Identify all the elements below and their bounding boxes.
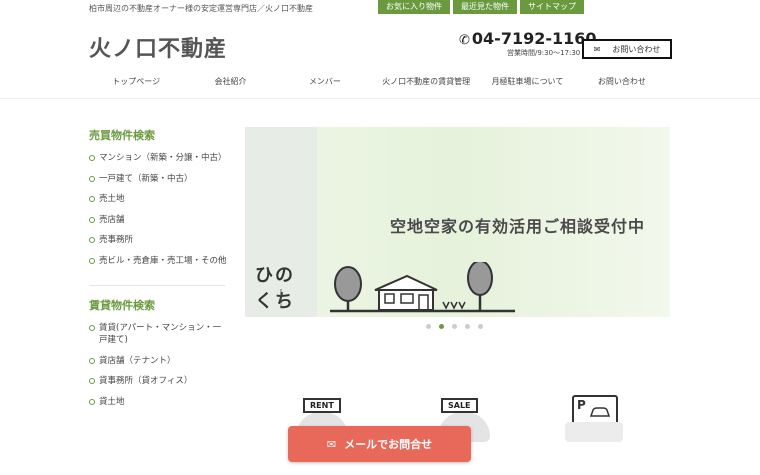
sale-item-other[interactable]: 売ビル・売倉庫・売工場・その他 [89, 255, 229, 267]
nav-item-members[interactable]: メンバー [278, 76, 372, 87]
parking-category-icon[interactable]: P [572, 395, 618, 425]
hero-banner[interactable]: 空地空家の有効活用ご相談受付中 ひの くち REAL ESTATE [245, 127, 670, 317]
sitemap-link[interactable]: サイトマップ [520, 0, 584, 14]
main-nav: トップページ 会社紹介 メンバー 火ノ口不動産の賃貸管理 月極駐車場について お… [89, 76, 669, 87]
phone-icon: ✆ [459, 33, 470, 48]
nav-item-top[interactable]: トップページ [89, 76, 183, 87]
nav-item-parking[interactable]: 月極駐車場について [480, 76, 574, 87]
rent-item-land[interactable]: 貸土地 [89, 396, 229, 408]
nav-item-rental-management[interactable]: 火ノ口不動産の賃貸管理 [372, 76, 480, 87]
sidebar-divider [89, 285, 225, 286]
mail-inquiry-label: メールでお問合せ [344, 438, 433, 451]
sale-item-shop[interactable]: 売店舗 [89, 214, 229, 226]
mail-inquiry-button[interactable]: ✉ メールでお問合せ [288, 426, 471, 462]
sale-item-house[interactable]: 一戸建て（新築・中古） [89, 173, 229, 185]
contact-button[interactable]: ✉ お問い合わせ [582, 39, 672, 59]
car-icon [589, 407, 611, 417]
carousel-dot[interactable] [478, 324, 483, 329]
sale-item-land[interactable]: 売土地 [89, 193, 229, 205]
rent-item-office[interactable]: 貸事務所（貸オフィス） [89, 375, 229, 387]
parking-badge: P [577, 398, 586, 412]
envelope-icon: ✉ [593, 44, 601, 54]
carousel-dot-active[interactable] [439, 324, 444, 329]
top-links: お気に入り物件 最近見た物件 サイトマップ [378, 0, 584, 14]
envelope-icon: ✉ [326, 437, 337, 451]
rent-item-shop[interactable]: 貸店舗（テナント） [89, 355, 229, 367]
rent-item-residential[interactable]: 賃貸(アパート・マンション・一戸建て) [89, 322, 229, 346]
business-hours: 営業時間/9:30～17:30 [507, 49, 581, 57]
sale-search-heading: 売買物件検索 [89, 129, 155, 142]
nav-item-company[interactable]: 会社紹介 [183, 76, 277, 87]
sale-item-mansion[interactable]: マンション（新築・分譲・中古） [89, 152, 229, 164]
carousel-dot[interactable] [452, 324, 457, 329]
banner-copy: 空地空家の有効活用ご相談受付中 [390, 217, 646, 236]
house-trees-illustration [330, 262, 515, 313]
rent-badge[interactable]: RENT [303, 398, 341, 413]
contact-button-label: お問い合わせ [612, 44, 661, 54]
phone-number[interactable]: ✆ 04-7192-1160 [459, 29, 597, 48]
carousel-dots [426, 324, 483, 329]
carousel-dot[interactable] [426, 324, 431, 329]
header-tagline: 柏市周辺の不動産オーナー様の安定運営専門店／火ノ口不動産 [89, 4, 313, 13]
nav-divider [0, 98, 760, 99]
nav-item-contact[interactable]: お問い合わせ [575, 76, 669, 87]
parking-category-image [565, 422, 623, 442]
rent-search-list: 賃貸(アパート・マンション・一戸建て) 貸店舗（テナント） 貸事務所（貸オフィス… [89, 322, 229, 416]
banner-brand-line1: ひの [255, 265, 295, 286]
sale-item-office[interactable]: 売事務所 [89, 234, 229, 246]
banner-brand-small: REAL ESTATE [279, 289, 283, 309]
banner-brand-line2: くち [255, 291, 295, 312]
site-logo[interactable]: 火ノ口不動産 [89, 31, 227, 63]
sale-badge[interactable]: SALE [441, 398, 478, 413]
favorites-link[interactable]: お気に入り物件 [378, 0, 450, 14]
rent-search-heading: 賃貸物件検索 [89, 299, 155, 312]
sale-search-list: マンション（新築・分譲・中古） 一戸建て（新築・中古） 売土地 売店舗 売事務所… [89, 152, 229, 275]
recently-viewed-link[interactable]: 最近見た物件 [453, 0, 517, 14]
carousel-dot[interactable] [465, 324, 470, 329]
phone-text: 04-7192-1160 [471, 29, 597, 48]
